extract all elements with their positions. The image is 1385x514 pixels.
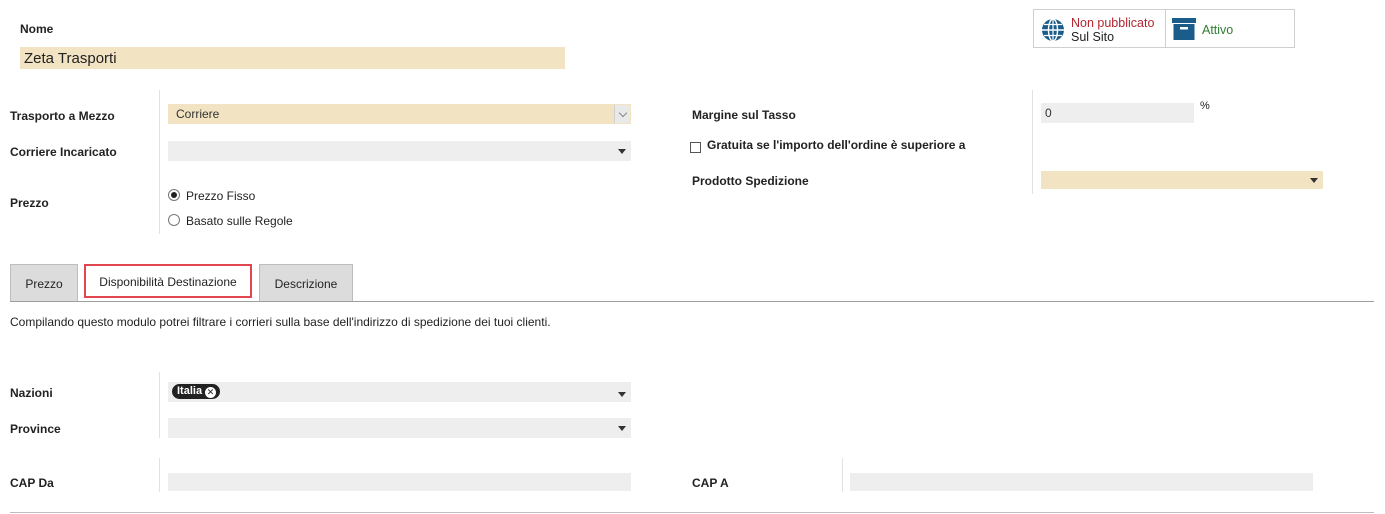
countries-select[interactable] <box>168 382 631 402</box>
provinces-select[interactable] <box>168 418 631 438</box>
active-status-button[interactable]: Attivo <box>1165 10 1294 47</box>
name-input-value: Zeta Trasporti <box>24 50 117 67</box>
publish-status-text: Non pubblicato <box>1071 16 1155 30</box>
caret-down-icon <box>618 426 626 431</box>
price-label: Prezzo <box>10 196 49 210</box>
destination-divider <box>159 372 160 438</box>
publish-status-button[interactable]: Non pubblicato Sul Sito <box>1034 10 1166 47</box>
product-select[interactable] <box>1041 171 1323 189</box>
price-fixed-label[interactable]: Prezzo Fisso <box>186 189 255 203</box>
caret-down-icon <box>618 149 626 154</box>
provinces-label: Province <box>10 422 61 436</box>
price-rules-radio[interactable] <box>168 214 180 226</box>
destination-description: Compilando questo modulo potrei filtrare… <box>10 315 551 329</box>
country-tag-label: Italia <box>177 385 203 397</box>
name-label: Nome <box>20 22 54 36</box>
publish-status-subtext: Sul Sito <box>1071 30 1115 44</box>
bottom-divider <box>10 512 1374 513</box>
remove-tag-icon[interactable]: ✕ <box>205 387 217 398</box>
zip-to-input[interactable] <box>850 473 1313 491</box>
right-column-divider <box>1032 90 1033 194</box>
name-input[interactable]: Zeta Trasporti <box>20 47 565 69</box>
tab-disponibilita-destinazione[interactable]: Disponibilità Destinazione <box>84 264 252 298</box>
carrier-select[interactable] <box>168 141 631 161</box>
country-tag[interactable]: Italia ✕ <box>172 384 221 399</box>
margin-input[interactable]: 0 <box>1041 103 1194 123</box>
tab-prezzo[interactable]: Prezzo <box>10 264 78 301</box>
transport-select[interactable]: Corriere <box>168 104 631 124</box>
caret-down-icon <box>618 392 626 397</box>
caret-down-icon <box>1310 178 1318 183</box>
archive-icon <box>1172 18 1196 40</box>
margin-unit: % <box>1200 100 1210 112</box>
carrier-label: Corriere Incaricato <box>10 145 117 159</box>
status-box: Non pubblicato Sul Sito Attivo <box>1033 9 1295 48</box>
active-status-text: Attivo <box>1202 23 1234 37</box>
zip-to-label: CAP A <box>692 476 729 490</box>
zip-to-divider <box>842 458 843 492</box>
globe-icon <box>1042 18 1064 42</box>
price-fixed-radio[interactable] <box>168 189 180 201</box>
margin-label: Margine sul Tasso <box>692 108 796 122</box>
chevron-down-icon <box>614 105 630 123</box>
free-shipping-label[interactable]: Gratuita se l'importo dell'ordine è supe… <box>707 138 965 152</box>
zip-from-input[interactable] <box>168 473 631 491</box>
product-label: Prodotto Spedizione <box>692 174 809 188</box>
countries-label: Nazioni <box>10 386 53 400</box>
zip-from-divider <box>159 458 160 492</box>
free-shipping-checkbox[interactable] <box>690 142 701 153</box>
left-column-divider <box>159 90 160 234</box>
price-rules-label[interactable]: Basato sulle Regole <box>186 214 293 228</box>
tab-descrizione[interactable]: Descrizione <box>259 264 353 301</box>
transport-label: Trasporto a Mezzo <box>10 109 115 123</box>
tabs-baseline <box>10 301 1374 302</box>
zip-from-label: CAP Da <box>10 476 54 490</box>
margin-input-value: 0 <box>1045 106 1052 120</box>
transport-select-value: Corriere <box>176 107 220 121</box>
